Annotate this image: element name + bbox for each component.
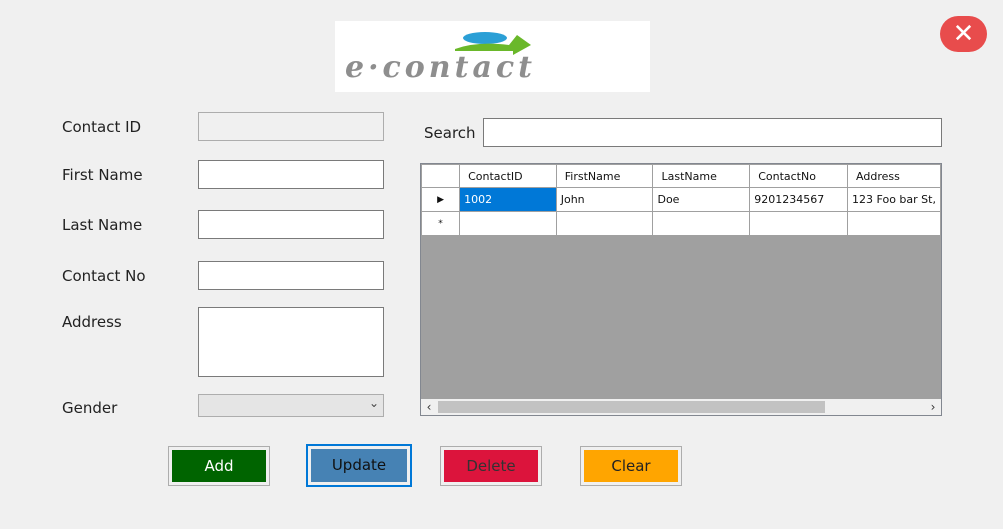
logo-text: e·contact <box>345 50 537 85</box>
table-cell[interactable]: Doe <box>652 187 751 212</box>
first-name-label: First Name <box>62 166 143 184</box>
first-name-field[interactable] <box>198 160 384 189</box>
delete-button[interactable]: Delete <box>440 446 542 486</box>
table-cell[interactable] <box>749 211 849 236</box>
table-cell[interactable] <box>555 211 654 236</box>
table-cell[interactable] <box>459 211 557 236</box>
horizontal-scrollbar[interactable]: ‹ › <box>421 399 941 415</box>
table-cell[interactable]: 123 Foo bar St, <box>847 187 941 212</box>
table-cell[interactable]: 1002 <box>459 187 557 212</box>
contacts-grid[interactable]: ContactID FirstName LastName ContactNo A… <box>420 163 942 416</box>
scroll-right-icon[interactable]: › <box>925 399 941 415</box>
scroll-left-icon[interactable]: ‹ <box>421 399 437 415</box>
column-header[interactable]: LastName <box>652 164 751 188</box>
close-icon: ✕ <box>952 19 975 49</box>
table-row-new[interactable]: * <box>421 211 941 236</box>
chevron-down-icon: ⌄ <box>368 396 379 410</box>
table-cell[interactable] <box>847 211 941 236</box>
search-input[interactable] <box>483 118 942 147</box>
contact-no-label: Contact No <box>62 267 146 285</box>
grid-header-row: ContactID FirstName LastName ContactNo A… <box>421 164 941 188</box>
new-row-indicator-icon[interactable]: * <box>421 211 461 236</box>
table-cell[interactable] <box>652 211 751 236</box>
address-label: Address <box>62 313 122 331</box>
gender-label: Gender <box>62 399 118 417</box>
clear-button[interactable]: Clear <box>580 446 682 486</box>
last-name-label: Last Name <box>62 216 143 234</box>
scrollbar-thumb[interactable] <box>438 401 825 413</box>
contact-id-label: Contact ID <box>62 118 142 136</box>
contact-no-field[interactable] <box>198 261 384 290</box>
column-header[interactable]: FirstName <box>555 164 654 188</box>
table-row[interactable]: ▶ 1002 John Doe 9201234567 123 Foo bar S… <box>421 187 941 212</box>
table-cell[interactable]: John <box>555 187 654 212</box>
search-label: Search <box>424 124 476 142</box>
column-header[interactable]: Address <box>847 164 941 188</box>
current-row-indicator-icon[interactable]: ▶ <box>421 187 461 212</box>
table-cell[interactable]: 9201234567 <box>749 187 849 212</box>
address-field[interactable] <box>198 307 384 377</box>
close-button[interactable]: ✕ <box>940 16 987 52</box>
add-button[interactable]: Add <box>168 446 270 486</box>
grid-corner-cell[interactable] <box>421 164 461 188</box>
econtact-logo: e·contact <box>335 21 650 92</box>
column-header[interactable]: ContactID <box>459 164 557 188</box>
gender-dropdown[interactable]: ⌄ <box>198 394 384 417</box>
contacts-table: ContactID FirstName LastName ContactNo A… <box>421 164 941 236</box>
column-header[interactable]: ContactNo <box>749 164 849 188</box>
contact-id-field[interactable] <box>198 112 384 141</box>
last-name-field[interactable] <box>198 210 384 239</box>
update-button[interactable]: Update <box>306 444 412 487</box>
